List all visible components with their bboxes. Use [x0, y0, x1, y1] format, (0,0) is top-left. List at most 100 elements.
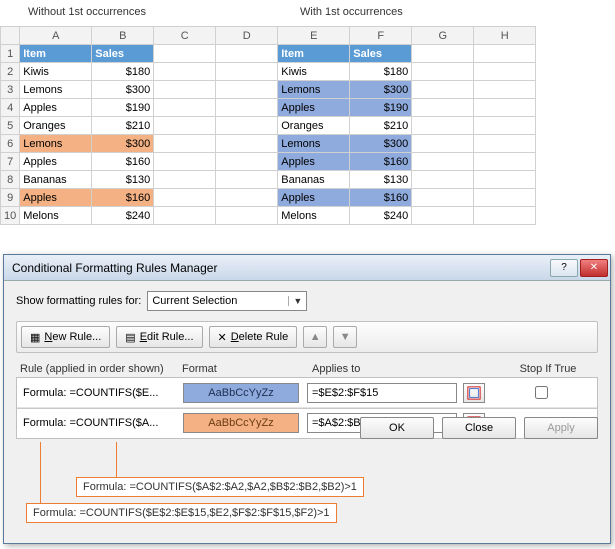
new-rule-button[interactable]: ▦ New Rule... [21, 326, 110, 348]
cell[interactable] [412, 135, 474, 153]
cell[interactable] [412, 63, 474, 81]
cell[interactable] [216, 207, 278, 225]
row-header[interactable]: 9 [1, 189, 20, 207]
cell[interactable]: Lemons [20, 81, 92, 99]
cell[interactable] [154, 81, 216, 99]
cell[interactable] [154, 117, 216, 135]
cell[interactable] [154, 63, 216, 81]
col-header[interactable]: G [412, 27, 474, 45]
cell[interactable]: Melons [278, 207, 350, 225]
col-header[interactable]: C [154, 27, 216, 45]
cell[interactable]: Lemons [20, 135, 92, 153]
cell[interactable] [154, 171, 216, 189]
cell[interactable]: Apples [278, 189, 350, 207]
cell[interactable] [154, 45, 216, 63]
ok-button[interactable]: OK [360, 417, 434, 439]
cell[interactable] [474, 207, 536, 225]
row-header[interactable]: 6 [1, 135, 20, 153]
cell[interactable]: Bananas [20, 171, 92, 189]
cell[interactable] [412, 117, 474, 135]
cell[interactable] [474, 189, 536, 207]
cell[interactable]: Apples [20, 153, 92, 171]
rule-row[interactable]: Formula: =COUNTIFS($E...AaBbCcYyZz=$E$2:… [17, 378, 597, 408]
row-header[interactable]: 5 [1, 117, 20, 135]
cell[interactable] [474, 81, 536, 99]
select-all-cell[interactable] [1, 27, 20, 45]
cell[interactable] [412, 207, 474, 225]
cell[interactable] [216, 153, 278, 171]
cell[interactable] [412, 81, 474, 99]
cell[interactable] [216, 135, 278, 153]
cell[interactable] [474, 45, 536, 63]
cell[interactable]: $300 [92, 81, 154, 99]
cell[interactable]: Apples [20, 189, 92, 207]
cell[interactable] [474, 63, 536, 81]
col-header[interactable]: F [350, 27, 412, 45]
cell[interactable] [154, 135, 216, 153]
delete-rule-button[interactable]: ✕ Delete Rule [209, 326, 298, 348]
cell[interactable]: Lemons [278, 81, 350, 99]
cell[interactable]: $160 [350, 189, 412, 207]
cell[interactable]: Item [278, 45, 350, 63]
cell[interactable]: $190 [92, 99, 154, 117]
cell[interactable]: Sales [92, 45, 154, 63]
cell[interactable]: $190 [350, 99, 412, 117]
cell[interactable]: $130 [350, 171, 412, 189]
cell[interactable] [154, 99, 216, 117]
range-picker-icon[interactable] [463, 383, 485, 403]
cell[interactable]: $160 [92, 189, 154, 207]
cell[interactable] [216, 99, 278, 117]
cell[interactable]: Oranges [278, 117, 350, 135]
cell[interactable] [154, 153, 216, 171]
cell[interactable]: Bananas [278, 171, 350, 189]
cell[interactable] [216, 45, 278, 63]
cell[interactable]: Lemons [278, 135, 350, 153]
cell[interactable] [154, 207, 216, 225]
row-header[interactable]: 10 [1, 207, 20, 225]
row-header[interactable]: 4 [1, 99, 20, 117]
cell[interactable]: Oranges [20, 117, 92, 135]
col-header[interactable]: E [278, 27, 350, 45]
cell[interactable] [412, 189, 474, 207]
col-header[interactable]: H [474, 27, 536, 45]
cell[interactable] [474, 117, 536, 135]
cell[interactable]: Melons [20, 207, 92, 225]
cell[interactable] [412, 171, 474, 189]
close-icon[interactable]: ✕ [580, 259, 608, 277]
cell[interactable]: Item [20, 45, 92, 63]
cell[interactable]: Kiwis [278, 63, 350, 81]
cell[interactable] [216, 189, 278, 207]
cell[interactable]: $180 [350, 63, 412, 81]
cell[interactable] [412, 45, 474, 63]
cell[interactable]: $210 [92, 117, 154, 135]
cell[interactable]: $240 [350, 207, 412, 225]
cell[interactable] [154, 189, 216, 207]
help-button[interactable]: ? [550, 259, 578, 277]
row-header[interactable]: 2 [1, 63, 20, 81]
move-down-button[interactable]: ▼ [333, 326, 357, 348]
cell[interactable] [216, 117, 278, 135]
col-header[interactable]: D [216, 27, 278, 45]
cell[interactable] [412, 99, 474, 117]
cell[interactable]: $130 [92, 171, 154, 189]
cell[interactable]: $300 [350, 81, 412, 99]
cell[interactable]: $210 [350, 117, 412, 135]
cell[interactable]: $240 [92, 207, 154, 225]
row-header[interactable]: 1 [1, 45, 20, 63]
cell[interactable] [474, 153, 536, 171]
cell[interactable] [474, 171, 536, 189]
stop-if-true-checkbox[interactable] [485, 383, 597, 402]
row-header[interactable]: 8 [1, 171, 20, 189]
col-header[interactable]: B [92, 27, 154, 45]
cell[interactable] [216, 171, 278, 189]
applies-to-field[interactable]: =$E$2:$F$15 [307, 383, 457, 403]
edit-rule-button[interactable]: ▤ Edit Rule... [116, 326, 202, 348]
move-up-button[interactable]: ▲ [303, 326, 327, 348]
cell[interactable]: Apples [278, 99, 350, 117]
cell[interactable] [216, 81, 278, 99]
cell[interactable]: $160 [92, 153, 154, 171]
cell[interactable]: Apples [278, 153, 350, 171]
row-header[interactable]: 7 [1, 153, 20, 171]
cell[interactable] [474, 135, 536, 153]
close-button[interactable]: Close [442, 417, 516, 439]
